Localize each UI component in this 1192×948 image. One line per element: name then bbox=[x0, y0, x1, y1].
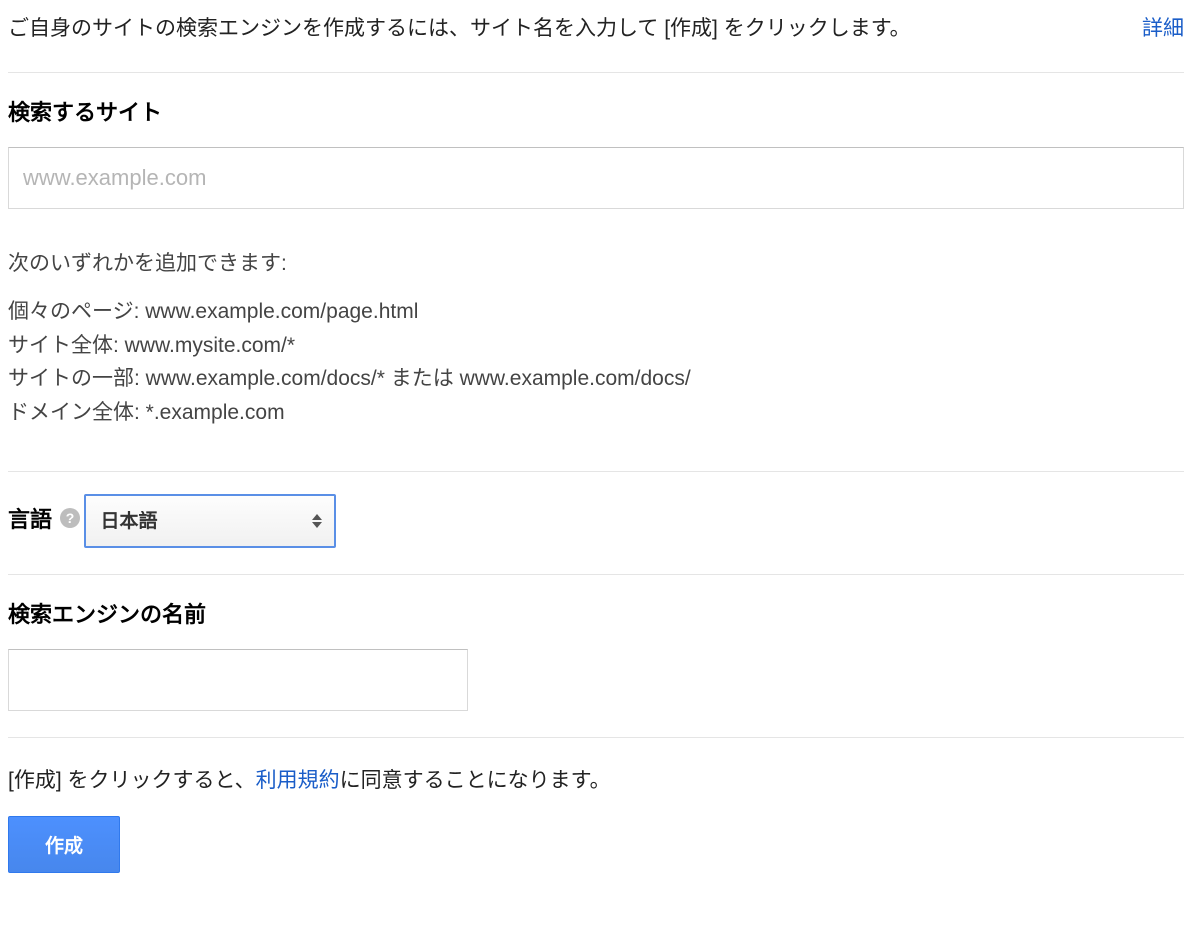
detail-link[interactable]: 詳細 bbox=[1142, 12, 1184, 42]
create-button[interactable]: 作成 bbox=[8, 816, 120, 873]
help-icon[interactable]: ? bbox=[60, 508, 80, 528]
language-section: 言語 ? 日本語 bbox=[8, 494, 1184, 574]
engine-name-heading: 検索エンジンの名前 bbox=[8, 597, 1184, 629]
sites-help-line: 個々のページ: www.example.com/page.html bbox=[8, 295, 1184, 329]
terms-text: [作成] をクリックすると、利用規約に同意することになります。 bbox=[8, 760, 1184, 794]
language-select[interactable]: 日本語 bbox=[84, 494, 336, 548]
sites-help-line: サイト全体: www.mysite.com/* bbox=[8, 329, 1184, 363]
sites-help-line: ドメイン全体: *.example.com bbox=[8, 396, 1184, 430]
sites-help-line: サイトの一部: www.example.com/docs/* または www.e… bbox=[8, 362, 1184, 396]
sites-help-intro: 次のいずれかを追加できます: bbox=[8, 247, 1184, 277]
engine-name-section: 検索エンジンの名前 bbox=[8, 597, 1184, 737]
terms-link[interactable]: 利用規約 bbox=[256, 769, 340, 792]
terms-prefix: [作成] をクリックすると、 bbox=[8, 769, 256, 792]
engine-name-input[interactable] bbox=[8, 649, 468, 711]
sites-input[interactable] bbox=[8, 147, 1184, 209]
sites-heading: 検索するサイト bbox=[8, 95, 1184, 127]
sites-section: 検索するサイト 次のいずれかを追加できます: 個々のページ: www.examp… bbox=[8, 95, 1184, 429]
terms-suffix: に同意することになります。 bbox=[340, 769, 611, 792]
intro-text: ご自身のサイトの検索エンジンを作成するには、サイト名を入力して [作成] をクリ… bbox=[8, 12, 911, 42]
language-heading: 言語 bbox=[8, 502, 52, 534]
